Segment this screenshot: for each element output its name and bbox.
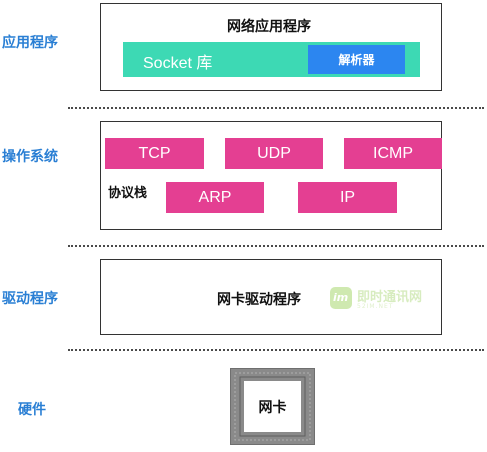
- layer-label-driver: 驱动程序: [2, 291, 58, 307]
- protocol-arp: ARP: [166, 182, 264, 213]
- watermark-logo: im 即时通讯网 52IM.NET: [330, 284, 440, 314]
- protocol-ip: IP: [298, 182, 397, 213]
- parser-block: 解析器: [308, 45, 405, 74]
- socket-library-bar: Socket 库 解析器: [123, 42, 420, 77]
- watermark-icon: im: [330, 287, 352, 309]
- nic-label: 网卡: [258, 399, 287, 416]
- protocol-tcp: TCP: [105, 138, 204, 169]
- protocol-udp: UDP: [225, 138, 323, 169]
- nic-inner: 网卡: [244, 381, 301, 432]
- application-title: 网络应用程序: [227, 19, 311, 35]
- layer-label-application: 应用程序: [2, 35, 58, 51]
- driver-title: 网卡驱动程序: [217, 292, 301, 308]
- layer-label-hardware: 硬件: [18, 402, 46, 418]
- socket-library-label: Socket 库: [143, 55, 213, 72]
- layer-separator: [68, 245, 484, 247]
- nic-box: 网卡: [230, 368, 315, 445]
- layer-label-os: 操作系统: [2, 149, 58, 165]
- protocol-icmp: ICMP: [344, 138, 442, 169]
- layer-separator: [68, 349, 484, 351]
- layer-separator: [68, 107, 484, 109]
- protocol-stack-label: 协议栈: [108, 186, 148, 201]
